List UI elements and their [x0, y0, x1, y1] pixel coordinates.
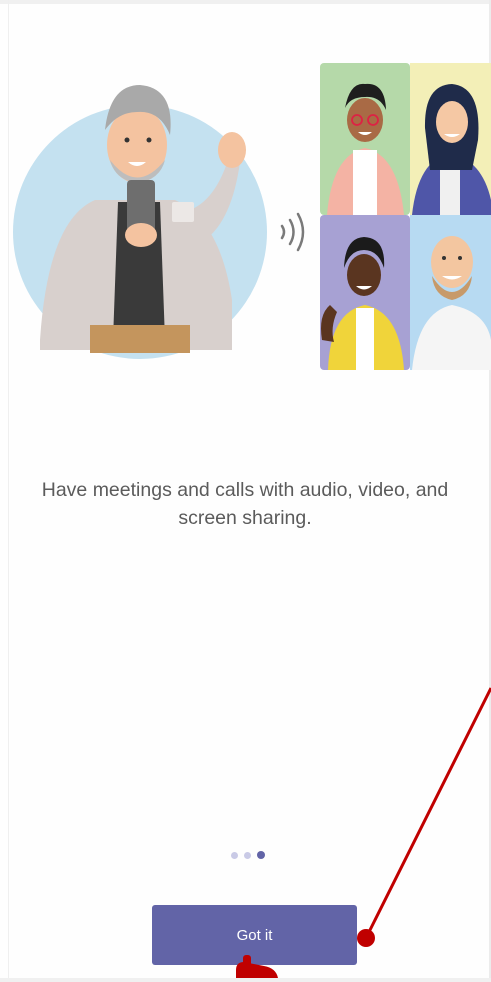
bottom-border — [0, 978, 491, 982]
page-dot-3-active[interactable] — [257, 851, 265, 859]
onboarding-caption: Have meetings and calls with audio, vide… — [41, 479, 449, 529]
annotation-dot — [357, 929, 375, 947]
page-dot-1[interactable] — [231, 851, 238, 859]
got-it-button[interactable]: Got it — [152, 905, 357, 965]
top-border — [0, 0, 491, 4]
annotation-line — [364, 687, 491, 939]
meetings-illustration — [13, 63, 491, 370]
video-call-grid — [320, 63, 491, 370]
page-indicator — [231, 850, 271, 860]
page-dot-2[interactable] — [244, 851, 251, 859]
sound-waves-icon — [280, 212, 305, 252]
onboarding-screen: Have meetings and calls with audio, vide… — [0, 0, 491, 982]
